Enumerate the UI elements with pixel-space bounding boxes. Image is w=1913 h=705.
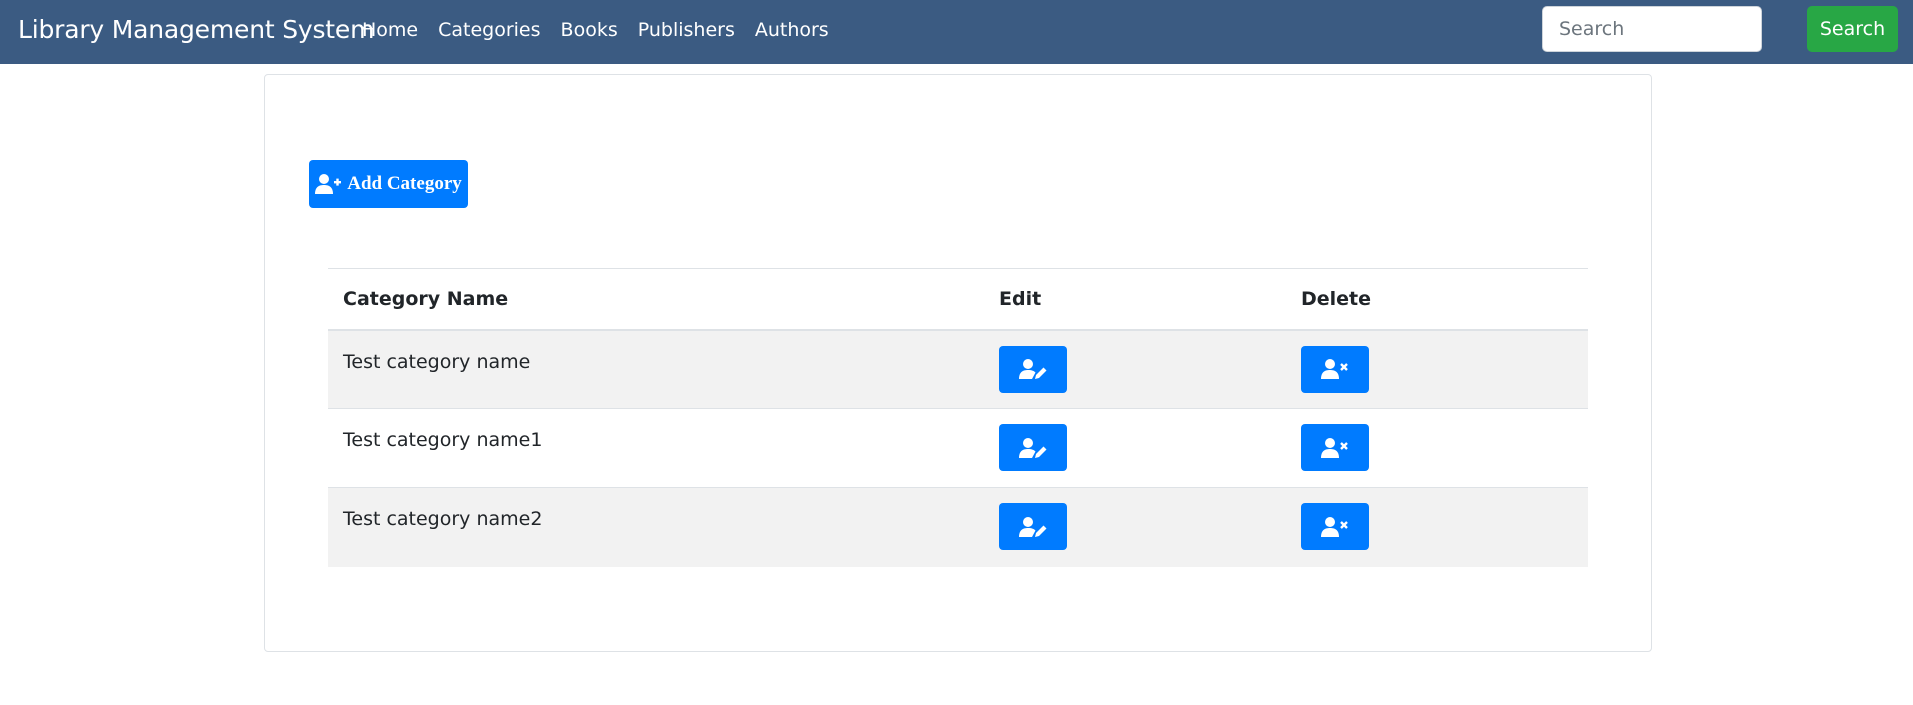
search-input[interactable] (1542, 6, 1762, 52)
table-row: Test category name (328, 329, 1588, 409)
user-times-icon (1321, 516, 1348, 537)
category-name: Test category name1 (343, 429, 543, 451)
delete-button[interactable] (1301, 503, 1369, 550)
nav-link-authors[interactable]: Authors (755, 19, 829, 41)
category-name: Test category name (343, 350, 531, 373)
nav-link-books[interactable]: Books (561, 19, 618, 41)
edit-button[interactable] (999, 503, 1067, 550)
category-name: Test category name2 (343, 508, 543, 530)
search-button[interactable]: Search (1807, 6, 1898, 52)
delete-button[interactable] (1301, 424, 1369, 471)
nav-link-categories[interactable]: Categories (438, 19, 540, 41)
top-navbar: Library Management System Home Categorie… (0, 0, 1913, 64)
header-edit: Edit (984, 268, 1286, 331)
header-delete: Delete (1286, 268, 1588, 331)
add-category-label: Add Category (347, 173, 462, 194)
delete-button[interactable] (1301, 345, 1369, 393)
user-plus-icon (315, 174, 342, 194)
nav-links: Home Categories Books Publishers Authors (362, 19, 849, 41)
categories-table: Category Name Edit Delete Test category … (328, 268, 1588, 567)
content-card: Add Category Category Name Edit Delete T… (264, 74, 1652, 652)
brand-title[interactable]: Library Management System (18, 15, 374, 44)
table-row: Test category name1 (328, 408, 1588, 488)
user-times-icon (1321, 437, 1348, 458)
add-category-button[interactable]: Add Category (309, 160, 468, 208)
user-edit-icon (1019, 516, 1047, 537)
edit-button[interactable] (999, 345, 1067, 393)
table-row: Test category name2 (328, 487, 1588, 567)
table-header-row: Category Name Edit Delete (328, 268, 1588, 331)
header-category-name: Category Name (328, 268, 984, 331)
nav-link-publishers[interactable]: Publishers (638, 19, 735, 41)
edit-button[interactable] (999, 424, 1067, 471)
user-edit-icon (1019, 359, 1047, 379)
nav-link-home[interactable]: Home (362, 19, 418, 41)
user-edit-icon (1019, 437, 1047, 458)
user-times-icon (1321, 359, 1348, 379)
